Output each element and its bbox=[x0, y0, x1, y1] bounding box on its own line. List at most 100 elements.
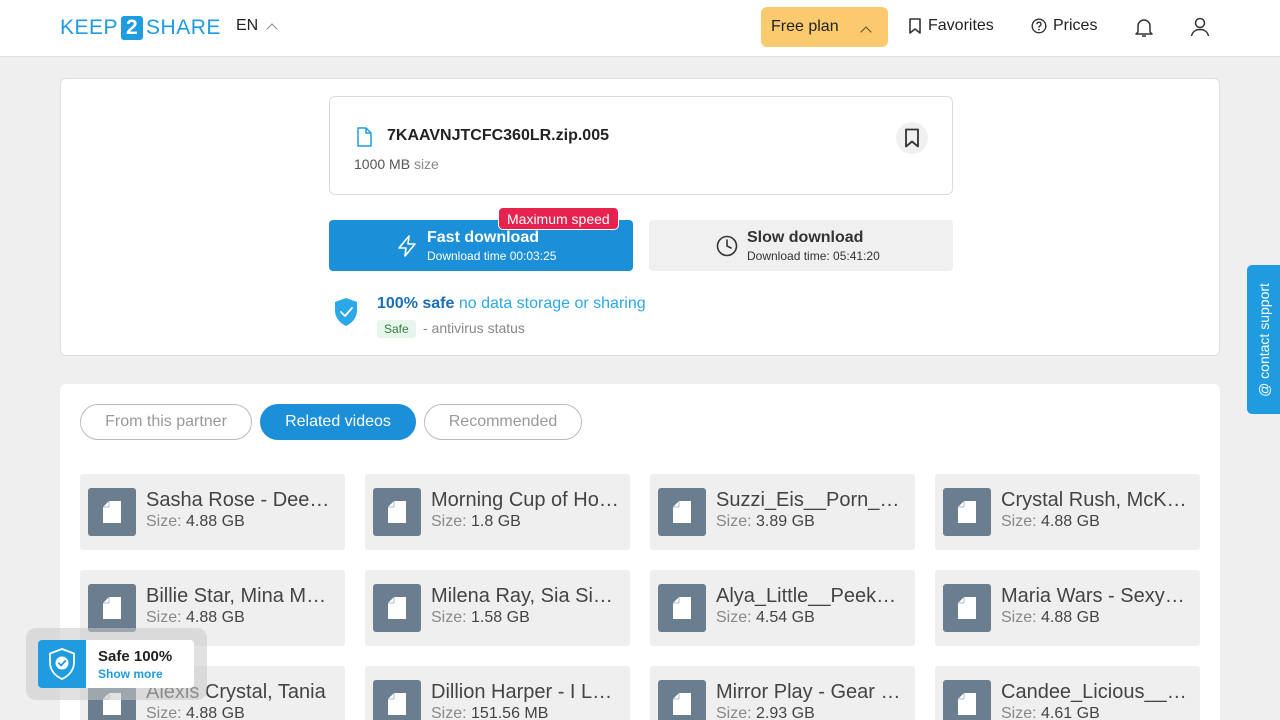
document-icon bbox=[673, 501, 691, 523]
logo-text-mid: 2 bbox=[121, 16, 144, 40]
size-value: 4.88 GB bbox=[186, 609, 245, 626]
file-card-size: Size: 3.89 GB bbox=[716, 513, 815, 531]
language-label: EN bbox=[236, 17, 259, 34]
show-more-link[interactable]: Show more bbox=[98, 667, 163, 681]
file-card[interactable]: Suzzi_Eis__Porn_Video Size: 3.89 GB bbox=[650, 474, 915, 550]
size-prefix: Size: bbox=[431, 513, 467, 530]
file-card[interactable]: Sasha Rose - Deep Throat Size: 4.88 GB bbox=[80, 474, 345, 550]
file-card-title: Suzzi_Eis__Porn_Video bbox=[716, 489, 904, 511]
antivirus-status: - antivirus status bbox=[423, 320, 525, 336]
file-card-size: Size: 4.88 GB bbox=[146, 705, 245, 720]
bell-icon bbox=[1135, 19, 1153, 37]
file-card[interactable]: Alya_Little__Peek_Show Size: 4.54 GB bbox=[650, 570, 915, 646]
tab-from-this-partner[interactable]: From this partner bbox=[80, 404, 252, 440]
account-button[interactable] bbox=[1188, 15, 1212, 39]
plan-label: Free plan bbox=[771, 18, 839, 35]
file-card-size: Size: 4.61 GB bbox=[1001, 705, 1100, 720]
file-thumbnail bbox=[943, 680, 991, 720]
fast-download-time: Download time 00:03:25 bbox=[427, 249, 557, 263]
file-icon bbox=[357, 127, 372, 147]
prices-link[interactable]: Prices bbox=[1031, 17, 1097, 35]
size-value: 4.88 GB bbox=[1041, 609, 1100, 626]
file-thumbnail bbox=[373, 488, 421, 536]
size-prefix: Size: bbox=[431, 609, 467, 626]
file-card-title: Alya_Little__Peek_Show bbox=[716, 585, 904, 607]
file-card[interactable]: Crystal Rush, McKenzie Size: 4.88 GB bbox=[935, 474, 1200, 550]
related-files-section: From this partner Related videos Recomme… bbox=[60, 384, 1220, 720]
antivirus-safe-tag: Safe bbox=[377, 320, 416, 338]
tab-related-videos[interactable]: Related videos bbox=[260, 404, 416, 440]
file-card-size: Size: 4.88 GB bbox=[1001, 513, 1100, 531]
slow-download-button[interactable]: Slow download Download time: 05:41:20 bbox=[649, 220, 953, 271]
chevron-up-icon bbox=[266, 22, 278, 35]
safety-statement: 100% safe no data storage or sharing bbox=[377, 295, 646, 313]
file-name: 7KAAVNJTCFC360LR.zip.005 bbox=[387, 127, 609, 144]
document-icon bbox=[103, 597, 121, 619]
safe-widget: Safe 100% Show more bbox=[26, 628, 207, 700]
size-prefix: Size: bbox=[1001, 705, 1037, 720]
lightning-icon bbox=[398, 235, 416, 257]
file-card-title: Milena Ray, Sia Siberia bbox=[431, 585, 619, 607]
slow-download-time: Download time: 05:41:20 bbox=[747, 249, 880, 263]
file-card[interactable]: Mirror Play - Gear Up Size: 2.93 GB bbox=[650, 666, 915, 720]
file-card-size: Size: 1.8 GB bbox=[431, 513, 521, 531]
shield-check-icon bbox=[49, 648, 75, 680]
size-value: 4.88 GB bbox=[186, 705, 245, 720]
size-value: 1.58 GB bbox=[471, 609, 530, 626]
size-prefix: Size: bbox=[716, 705, 752, 720]
contact-support-button[interactable]: @ contact support bbox=[1247, 265, 1280, 414]
safe-widget-title: Safe 100% bbox=[98, 648, 173, 665]
document-icon bbox=[958, 693, 976, 715]
file-card-size: Size: 2.93 GB bbox=[716, 705, 815, 720]
size-prefix: Size: bbox=[716, 609, 752, 626]
file-thumbnail bbox=[943, 584, 991, 632]
size-prefix: Size: bbox=[146, 705, 182, 720]
logo-text-left: KEEP bbox=[60, 16, 119, 39]
file-card[interactable]: Candee_Licious__Video Size: 4.61 GB bbox=[935, 666, 1200, 720]
file-card[interactable]: Dillion Harper - I Love Size: 151.56 MB bbox=[365, 666, 630, 720]
bookmark-icon bbox=[909, 18, 921, 34]
file-info-box: 7KAAVNJTCFC360LR.zip.005 1000 MB size bbox=[329, 96, 953, 195]
favorites-link[interactable]: Favorites bbox=[908, 17, 994, 35]
size-prefix: Size: bbox=[146, 513, 182, 530]
fast-download-title: Fast download bbox=[427, 229, 539, 246]
document-icon bbox=[673, 693, 691, 715]
document-icon bbox=[388, 693, 406, 715]
shield-check-icon bbox=[335, 298, 357, 326]
top-header: KEEP 2 SHARE EN Free plan Favorites Pric… bbox=[0, 0, 1280, 57]
size-prefix: Size: bbox=[146, 609, 182, 626]
file-card-size: Size: 4.54 GB bbox=[716, 609, 815, 627]
help-circle-icon bbox=[1031, 18, 1047, 34]
file-card-title: Mirror Play - Gear Up bbox=[716, 681, 904, 703]
logo-text-right: SHARE bbox=[146, 16, 221, 39]
file-card[interactable]: Maria Wars - Sexy Girl Size: 4.88 GB bbox=[935, 570, 1200, 646]
tab-recommended[interactable]: Recommended bbox=[424, 404, 582, 440]
notifications-button[interactable] bbox=[1132, 15, 1156, 39]
file-thumbnail bbox=[373, 584, 421, 632]
document-icon bbox=[958, 597, 976, 619]
maximum-speed-badge: Maximum speed bbox=[498, 207, 619, 230]
document-icon bbox=[388, 597, 406, 619]
keep2share-logo[interactable]: KEEP 2 SHARE bbox=[60, 15, 221, 41]
language-selector[interactable]: EN bbox=[236, 17, 278, 35]
file-card-size: Size: 4.88 GB bbox=[1001, 609, 1100, 627]
safety-light: no data storage or sharing bbox=[458, 295, 646, 312]
bookmark-icon bbox=[905, 128, 919, 148]
free-plan-button[interactable]: Free plan bbox=[761, 7, 888, 47]
clock-icon bbox=[716, 235, 738, 257]
file-card-title: Billie Star, Mina Moon bbox=[146, 585, 334, 607]
size-value: 3.89 GB bbox=[756, 513, 815, 530]
file-card-size: Size: 1.58 GB bbox=[431, 609, 530, 627]
file-thumbnail bbox=[658, 584, 706, 632]
file-card-size: Size: 4.88 GB bbox=[146, 609, 245, 627]
add-to-favorites-button[interactable] bbox=[896, 122, 928, 154]
document-icon bbox=[388, 501, 406, 523]
size-prefix: Size: bbox=[716, 513, 752, 530]
file-size-value: 1000 MB bbox=[354, 156, 411, 172]
file-card[interactable]: Milena Ray, Sia Siberia Size: 1.58 GB bbox=[365, 570, 630, 646]
size-value: 4.61 GB bbox=[1041, 705, 1100, 720]
prices-label: Prices bbox=[1053, 17, 1098, 34]
file-card[interactable]: Morning Cup of Honey Size: 1.8 GB bbox=[365, 474, 630, 550]
file-card-title: Sasha Rose - Deep Throat bbox=[146, 489, 334, 511]
safe-widget-card[interactable]: Safe 100% Show more bbox=[38, 640, 194, 688]
